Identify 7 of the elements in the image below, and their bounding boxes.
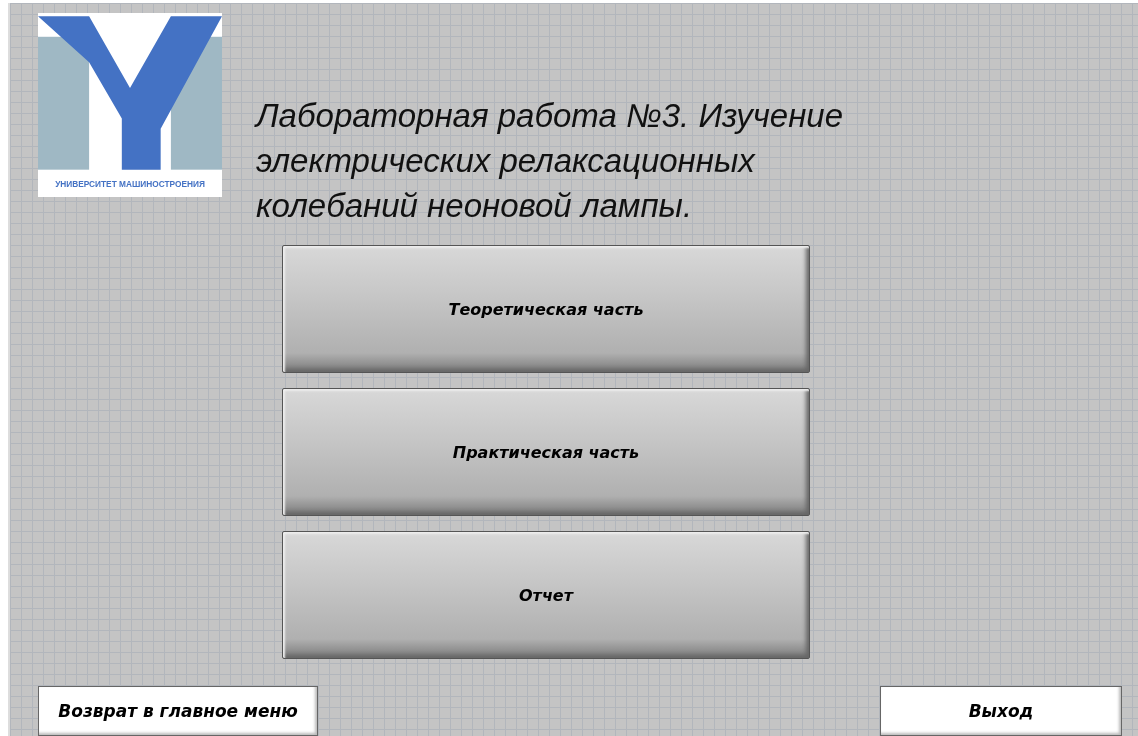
lab-title: Лабораторная работа №3. Изучение электрических релаксационных колебаний неоновой лампы. [256, 96, 845, 226]
menu-button[interactable]: Отчет [282, 531, 810, 659]
menu-button[interactable]: Теоретическая часть [282, 245, 810, 373]
menu-button[interactable]: Практическая часть [282, 388, 810, 516]
nav-button[interactable]: Возврат в главное меню [38, 686, 318, 736]
logo-caption: УНИВЕРСИТЕТ МАШИНОСТРОЕНИЯ [55, 179, 205, 189]
nav-button[interactable]: Выход [880, 686, 1122, 736]
